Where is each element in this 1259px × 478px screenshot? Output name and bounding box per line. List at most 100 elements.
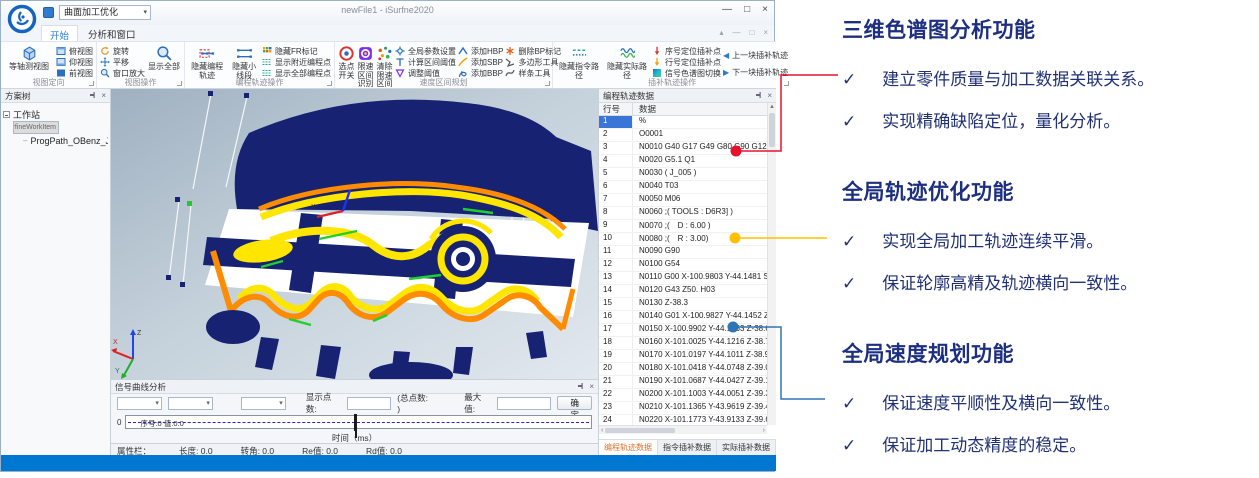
note-bullet: 建立零件质量与加工数据关联关系。 [882,66,1154,93]
table-row[interactable]: 8 N0060 ;( TOOLS : D6R3] ) [599,207,767,220]
tree-node-root[interactable]: 工作站 [3,108,108,121]
tab-prog-track-data[interactable]: 编程轨迹数据 [599,440,658,455]
viewport-3d[interactable]: X Z X Y [111,89,598,379]
column-header-line[interactable]: 行号 [599,103,633,115]
signal-slider-track[interactable]: 序号:0 值:0.0 [125,415,592,429]
table-row[interactable]: 2 O0001 [599,129,767,142]
restore-button[interactable]: □ [744,4,750,15]
table-row[interactable]: 13 N0110 G00 X-100.9803 Y-44.1481 S15000… [599,272,767,285]
dialog-launcher-icon[interactable] [177,81,182,86]
table-row[interactable]: 6 N0040 T03 [599,181,767,194]
table-row[interactable]: 7 N0050 M06 [599,194,767,207]
tab-actual-interp-data[interactable]: 实际插补数据 [717,440,776,455]
table-row[interactable]: 14 N0120 G43 Z50. H03 [599,285,767,298]
prev-interp-label: 上一块插补轨迹 [732,50,788,61]
hide-segments-button[interactable]: 隐藏小线段 [228,44,260,80]
signal-select-1[interactable]: ▾ [117,397,162,410]
tree-node-workitem[interactable]: iSurfineWorkItem [13,121,59,134]
minimize-button[interactable]: — [722,4,732,15]
tree-node-progpath[interactable]: – ProgPath_OBenz_J_... [23,134,108,147]
add-hbp-button[interactable]: 添加HBP [458,46,503,56]
show-points-input[interactable] [347,397,391,410]
show-near-points-button[interactable]: 显示附近编程点 [262,57,331,67]
isometric-view-button[interactable]: 等轴测视图 [4,44,54,72]
pin-icon[interactable] [89,91,97,101]
child-close-button[interactable]: × [763,28,768,37]
dialog-launcher-icon[interactable] [89,81,94,86]
close-button[interactable]: × [762,4,768,15]
threshold-t-icon [395,57,405,67]
scrollbar-thumb[interactable] [769,113,775,147]
tab-cmd-interp-data[interactable]: 指令插补数据 [658,440,717,455]
horizontal-scrollbar[interactable]: ‹ › [599,425,767,434]
table-row[interactable]: 15 N0130 Z-38.3 [599,298,767,311]
table-row[interactable]: 21 N0190 X-101.0687 Y-44.0427 Z-39.1981 [599,376,767,389]
table-row[interactable]: 5 N0030 ( J_005 ) [599,168,767,181]
table-row[interactable]: 18 N0160 X-101.0025 Y-44.1216 Z-38.7543 [599,337,767,350]
rotate-button[interactable]: 旋转 [100,46,145,56]
child-restore-button[interactable]: □ [749,28,754,37]
signal-select-3[interactable]: ▾ [241,397,286,410]
global-param-button[interactable]: 全局参数设置 [395,46,456,56]
prev-interp-button[interactable]: ◀上一块插补轨迹 [723,49,788,61]
dialog-launcher-icon[interactable] [545,81,550,86]
column-header-data[interactable]: 数据 [633,103,776,115]
bottom-view-button[interactable]: 仰视图 [56,57,93,67]
close-icon[interactable]: × [101,91,106,100]
table-row[interactable]: 10 N0080 ;( R : 3.00) [599,233,767,246]
calc-threshold-button[interactable]: 计算区间阈值 [395,57,456,67]
table-row[interactable]: 22 N0200 X-101.1003 Y-44.0051 Z-39.3419 [599,389,767,402]
table-row[interactable]: 12 N0100 G54 [599,259,767,272]
confirm-button[interactable]: 确定 [557,396,592,410]
line-number-cell: 5 [599,168,633,180]
scrollbar-thumb[interactable] [605,428,675,433]
tab-analysis[interactable]: 分析和窗口 [80,25,144,41]
close-icon[interactable]: × [767,91,772,100]
scroll-up-icon[interactable]: ▲ [768,103,776,112]
scroll-right-icon[interactable]: › [763,427,765,434]
pin-icon[interactable] [755,91,763,101]
dialog-launcher-icon[interactable] [327,81,332,86]
signal-select-2[interactable]: ▾ [168,397,213,410]
group-interp: 隐藏指令路径 隐藏实际路径 序号定位插补点 行号定位插补点 信号色谱图切换 ◀上… [553,42,791,88]
child-minimize-button[interactable]: — [732,28,740,37]
group-prog-path: 隐藏编程轨迹 隐藏小线段 隐藏FR标记 显示附近编程点 显示全部编程点 编程轨迹… [185,42,335,88]
pick-switch-button[interactable]: 选点开关 [338,44,355,80]
table-row[interactable]: 3 N0010 G40 G17 G49 G80 G90 G125 [599,142,767,155]
slider-handle[interactable] [354,414,357,431]
hide-prog-path-button[interactable]: 隐藏编程轨迹 [188,44,226,80]
line-locate-button[interactable]: 行号定位插补点 [652,57,721,67]
tab-home[interactable]: 开始 [41,25,78,41]
pin-icon[interactable] [577,382,585,392]
ribbon-collapse-button[interactable]: ▴ [719,28,723,37]
table-row[interactable]: 24 N0220 X-101.1773 Y-43.9133 Z-39.6212 [599,415,767,425]
seq-locate-button[interactable]: 序号定位插补点 [652,46,721,56]
gcode-cell: O0001 [633,129,767,141]
close-icon[interactable]: × [589,382,594,391]
pan-button[interactable]: 平移 [100,57,145,67]
scroll-left-icon[interactable]: ‹ [601,427,603,434]
top-view-button[interactable]: 俯视图 [56,46,93,56]
hide-actual-path-button[interactable]: 隐藏实际路径 [604,44,650,80]
hide-fr-button[interactable]: 隐藏FR标记 [262,46,331,56]
dialog-launcher-icon[interactable] [784,81,789,86]
hide-cmd-path-button[interactable]: 隐藏指令路径 [556,44,602,80]
gcode-cell: N0010 G40 G17 G49 G80 G90 G125 [633,142,767,154]
show-all-button[interactable]: 显示全部 [147,44,181,72]
table-row[interactable]: 4 N0020 G5.1 Q1 [599,155,767,168]
table-row[interactable]: 23 N0210 X-101.1365 Y-43.9619 Z-39.4831 [599,402,767,415]
table-row[interactable]: 17 N0150 X-100.9902 Y-44.1363 Z-38.6035 [599,324,767,337]
collapse-icon[interactable] [3,111,10,118]
note-section-colormap: 三维色谱图分析功能 ✓建立零件质量与加工数据关联关系。 ✓实现精确缺陷定位，量化… [842,14,1154,135]
table-row[interactable]: 1 % [599,116,767,129]
table-row[interactable]: 11 N0090 G90 [599,246,767,259]
vertical-scrollbar[interactable]: ▲ [767,103,776,425]
table-row[interactable]: 20 N0180 X-101.0418 Y-44.0748 Z-39.052 [599,363,767,376]
table-row[interactable]: 16 N0140 G01 X-100.9827 Y-44.1452 Z-38.4… [599,311,767,324]
gcode-cell: N0060 ;( TOOLS : D6R3] ) [633,207,767,219]
max-value-input[interactable] [497,397,551,410]
table-row[interactable]: 9 N0070 ;( D : 6.00 ) [599,220,767,233]
add-sbp-button[interactable]: 添加SBP [458,57,503,67]
hide-fr-label: 隐藏FR标记 [275,46,318,57]
table-row[interactable]: 19 N0170 X-101.0197 Y-44.1011 Z-38.9039 [599,350,767,363]
